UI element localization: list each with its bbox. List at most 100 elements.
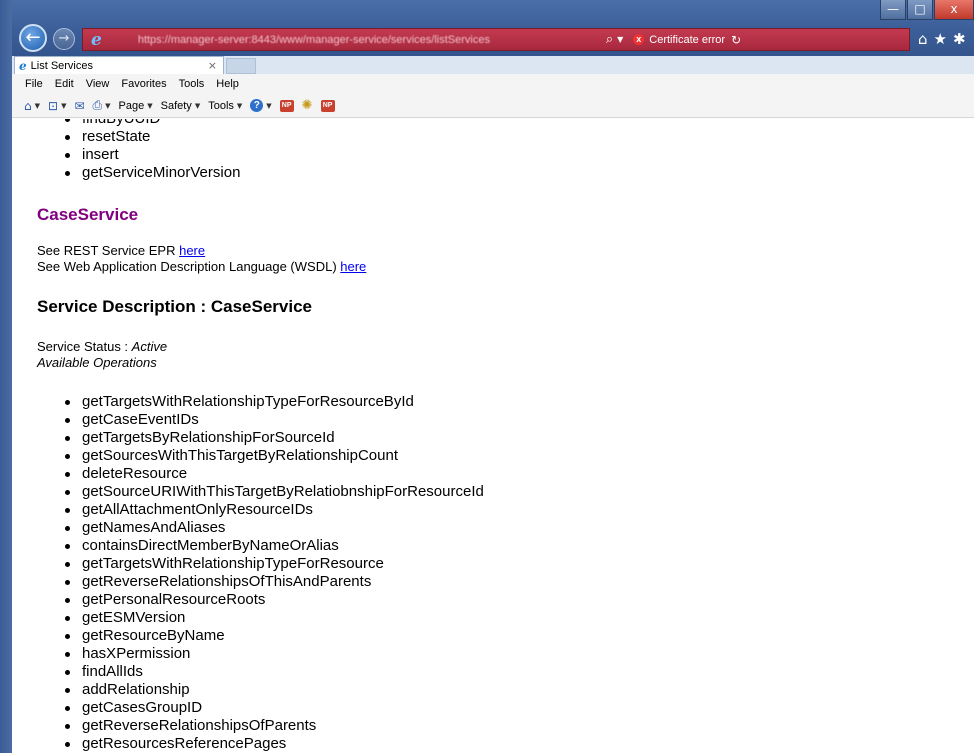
mail-icon: ✉: [74, 98, 85, 113]
epr-text: See REST Service EPR: [37, 243, 180, 258]
list-item: getAllAttachmentOnlyResourceIDs: [16, 501, 484, 519]
list-item: getResourceByName: [16, 627, 484, 645]
menu-help[interactable]: Help: [216, 78, 239, 90]
refresh-icon[interactable]: ↻: [731, 33, 741, 47]
gear-icon: ✺: [301, 98, 313, 113]
cmd-tools[interactable]: Tools ▼: [208, 100, 242, 112]
epr-link[interactable]: here: [179, 243, 205, 258]
window-left-border: [0, 0, 12, 753]
home-icon[interactable]: ⌂: [918, 30, 928, 48]
cmd-gear[interactable]: ✺: [302, 98, 313, 113]
chevron-down-icon: ▼: [266, 101, 272, 110]
list-item: getPersonalResourceRoots: [16, 591, 484, 609]
menu-file[interactable]: File: [25, 78, 43, 90]
wsdl-link[interactable]: here: [340, 259, 366, 274]
menu-tools[interactable]: Tools: [179, 78, 205, 90]
ie-page-icon: e: [19, 58, 27, 73]
browser-right-toolbar: ⌂ ★ ✱: [918, 30, 966, 48]
tab-strip: e List Services ×: [12, 56, 974, 74]
tools-menu-label: Tools: [208, 99, 234, 112]
list-item: insert: [16, 146, 240, 164]
tab-title: List Services: [30, 59, 93, 72]
menu-bar: File Edit View Favorites Tools Help: [12, 74, 974, 94]
list-item: getReverseRelationshipsOfParents: [16, 717, 484, 735]
list-item: findAllIds: [16, 663, 484, 681]
epr-line: See REST Service EPR here: [37, 243, 205, 259]
list-item: getResourcesReferencePages: [16, 735, 484, 753]
print-icon: ⎙: [92, 98, 103, 112]
chevron-down-icon: ▼: [34, 101, 41, 110]
forward-button[interactable]: →: [53, 28, 75, 50]
status-label: Service Status :: [37, 339, 132, 354]
list-item: getNamesAndAliases: [16, 519, 484, 537]
certificate-error-icon: x: [633, 34, 645, 45]
list-item: getSourceURIWithThisTargetByRelatiobnshi…: [16, 483, 484, 501]
page-menu-label: Page: [118, 99, 145, 112]
close-tab-icon[interactable]: ×: [208, 59, 217, 72]
command-bar: ⌂ ▼ ⊡ ▼ ✉ ⎙ ▼ Page ▼ Safety ▼ Tools ▼ ? …: [12, 94, 974, 118]
cmd-page[interactable]: Page ▼: [119, 100, 153, 112]
wsdl-line: See Web Application Description Language…: [37, 259, 366, 275]
menu-favorites[interactable]: Favorites: [121, 78, 166, 90]
list-item: hasXPermission: [16, 645, 484, 663]
list-item: getSourcesWithThisTargetByRelationshipCo…: [16, 447, 484, 465]
list-item: getESMVersion: [16, 609, 484, 627]
menu-edit[interactable]: Edit: [55, 78, 74, 90]
feeds-icon: ⊡: [48, 98, 59, 113]
back-button[interactable]: ←: [19, 24, 47, 52]
operations-list: getTargetsWithRelationshipTypeForResourc…: [16, 393, 484, 753]
new-tab-button[interactable]: [226, 58, 256, 74]
close-window-button[interactable]: x: [934, 0, 974, 20]
chevron-down-icon: ▼: [61, 101, 67, 110]
list-item: getTargetsByRelationshipForSourceId: [16, 429, 484, 447]
search-icon[interactable]: ⌕: [606, 32, 613, 47]
cmd-feeds[interactable]: ⊡ ▼: [48, 99, 66, 113]
addon-icon: NP: [279, 99, 294, 112]
address-bar[interactable]: e https://manager-server:8443/www/manage…: [82, 28, 910, 51]
chevron-down-icon: ▼: [147, 101, 153, 110]
chevron-down-icon[interactable]: ▼: [617, 35, 623, 44]
favorites-star-icon[interactable]: ★: [934, 30, 947, 48]
service-status: Service Status : Active: [37, 339, 167, 355]
list-item: resetState: [16, 128, 240, 146]
chevron-down-icon: ▼: [105, 101, 111, 110]
previous-service-operations: findByUUID resetState insert getServiceM…: [16, 119, 240, 182]
cmd-addon-2[interactable]: NP: [320, 99, 335, 112]
list-item: getServiceMinorVersion: [16, 164, 240, 182]
available-operations-label: Available Operations: [37, 355, 157, 370]
list-item: deleteResource: [16, 465, 484, 483]
safety-menu-label: Safety: [160, 99, 192, 112]
page-content: findByUUID resetState insert getServiceM…: [16, 119, 974, 753]
list-item: getCaseEventIDs: [16, 411, 484, 429]
cmd-help[interactable]: ? ▼: [250, 99, 272, 112]
home-icon: ⌂: [24, 98, 32, 113]
maximize-button[interactable]: □: [907, 0, 933, 20]
addon-icon: NP: [320, 99, 335, 112]
minimize-button[interactable]: —: [880, 0, 906, 20]
list-item: containsDirectMemberByNameOrAlias: [16, 537, 484, 555]
list-item: getReverseRelationshipsOfThisAndParents: [16, 573, 484, 591]
wsdl-text: See Web Application Description Language…: [37, 259, 341, 274]
window-controls: — □ x: [879, 0, 974, 22]
cmd-home[interactable]: ⌂ ▼: [24, 99, 40, 113]
cmd-safety[interactable]: Safety ▼: [161, 100, 201, 112]
service-title: CaseService: [37, 205, 139, 224]
list-item: getTargetsWithRelationshipTypeForResourc…: [16, 393, 484, 411]
certificate-error-label[interactable]: Certificate error: [649, 34, 725, 46]
service-description-heading: Service Description : CaseService: [37, 297, 312, 316]
chevron-down-icon: ▼: [194, 101, 201, 110]
tab-list-services[interactable]: e List Services ×: [14, 56, 224, 74]
chevron-down-icon: ▼: [236, 101, 243, 110]
cmd-print[interactable]: ⎙ ▼: [93, 98, 111, 113]
list-item: getTargetsWithRelationshipTypeForResourc…: [16, 555, 484, 573]
cmd-mail[interactable]: ✉: [74, 99, 84, 113]
settings-gear-icon[interactable]: ✱: [953, 30, 966, 48]
cmd-addon-1[interactable]: NP: [279, 99, 294, 112]
list-item: findByUUID: [16, 119, 240, 128]
url-text[interactable]: https://manager-server:8443/www/manager-…: [138, 34, 568, 46]
status-value: Active: [131, 339, 168, 354]
list-item: addRelationship: [16, 681, 484, 699]
help-icon: ?: [250, 99, 264, 112]
menu-view[interactable]: View: [86, 78, 110, 90]
ie-logo-icon: e: [91, 29, 102, 50]
